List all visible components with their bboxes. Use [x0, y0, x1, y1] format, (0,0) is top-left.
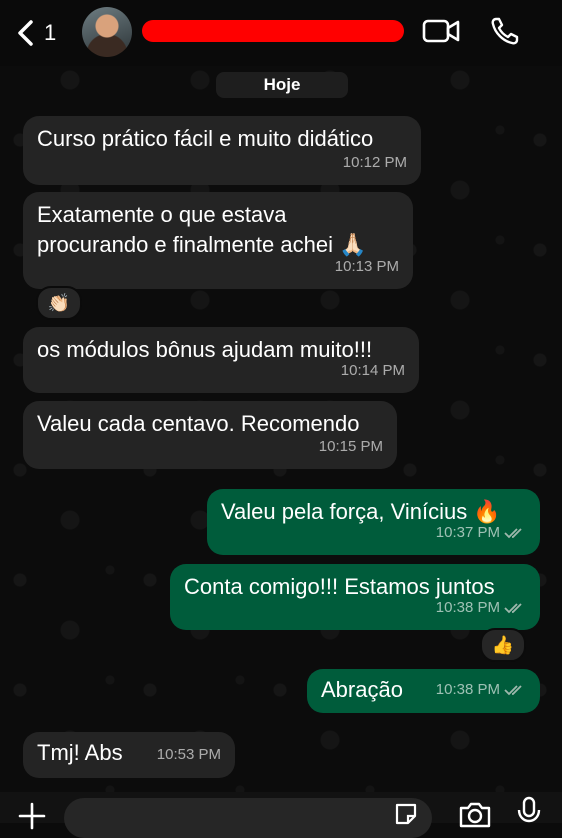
voice-call-button[interactable] — [490, 16, 520, 51]
message-text: Abração — [321, 677, 403, 702]
message-time: 10:15 PM — [318, 438, 383, 455]
phone-icon — [491, 17, 519, 45]
message-incoming[interactable]: os módulos bônus ajudam muito!!! 10:14 P… — [23, 327, 419, 393]
reaction-badge[interactable]: 👏🏻 — [36, 286, 82, 320]
message-input[interactable] — [64, 798, 432, 838]
microphone-icon — [517, 796, 541, 823]
unread-count: 1 — [44, 20, 57, 45]
video-call-icon — [422, 19, 460, 43]
chevron-left-icon — [18, 20, 33, 46]
composer-bar — [0, 792, 562, 838]
message-text-line: Exatamente o que estava — [37, 202, 287, 227]
message-text: os módulos bônus ajudam muito!!! — [37, 337, 373, 362]
plus-icon — [18, 802, 46, 830]
message-outgoing[interactable]: Abração 10:38 PM — [307, 669, 540, 713]
message-time: 10:13 PM — [334, 258, 399, 275]
microphone-button[interactable] — [516, 796, 542, 831]
message-meta: 10:37 PM — [436, 518, 526, 548]
avatar[interactable] — [82, 7, 132, 57]
read-ticks-icon — [504, 528, 522, 539]
chat-header: 1 — [0, 0, 562, 66]
message-incoming[interactable]: Exatamente o que estava procurando e fin… — [23, 192, 413, 289]
message-time: 10:37 PM — [435, 524, 500, 541]
message-text: Valeu cada centavo. Recomendo — [37, 411, 360, 436]
message-time: 10:53 PM — [156, 746, 221, 763]
message-incoming[interactable]: Tmj! Abs 10:53 PM — [23, 732, 235, 778]
read-ticks-icon — [504, 685, 522, 696]
message-outgoing[interactable]: Conta comigo!!! Estamos juntos 10:38 PM — [170, 564, 540, 630]
video-call-button[interactable] — [422, 16, 460, 51]
message-outgoing[interactable]: Valeu pela força, Vinícius 🔥 10:37 PM — [207, 489, 540, 555]
sticker-button[interactable] — [394, 802, 418, 831]
sticker-icon — [395, 803, 417, 825]
message-text-line: procurando e finalmente achei 🙏🏻 — [37, 232, 367, 257]
message-text: Curso prático fácil e muito didático — [37, 126, 374, 151]
message-text: Tmj! Abs — [37, 740, 123, 765]
camera-button[interactable] — [458, 800, 492, 833]
message-time: 10:12 PM — [342, 154, 407, 171]
read-ticks-icon — [504, 603, 522, 614]
attach-button[interactable] — [18, 802, 46, 835]
contact-name-redacted[interactable] — [142, 20, 404, 42]
back-button[interactable]: 1 — [16, 16, 56, 50]
message-time: 10:38 PM — [435, 599, 500, 616]
camera-icon — [459, 802, 491, 828]
reaction-badge[interactable]: 👍 — [480, 628, 526, 662]
message-incoming[interactable]: Curso prático fácil e muito didático 10:… — [23, 116, 421, 185]
message-meta: 10:38 PM — [436, 675, 526, 705]
message-time: 10:14 PM — [340, 362, 405, 379]
message-text: Exatamente o que estava procurando e fin… — [37, 200, 366, 260]
message-time: 10:38 PM — [435, 681, 500, 698]
message-incoming[interactable]: Valeu cada centavo. Recomendo 10:15 PM — [23, 401, 397, 469]
message-meta: 10:38 PM — [436, 593, 526, 623]
date-divider: Hoje — [216, 72, 348, 98]
